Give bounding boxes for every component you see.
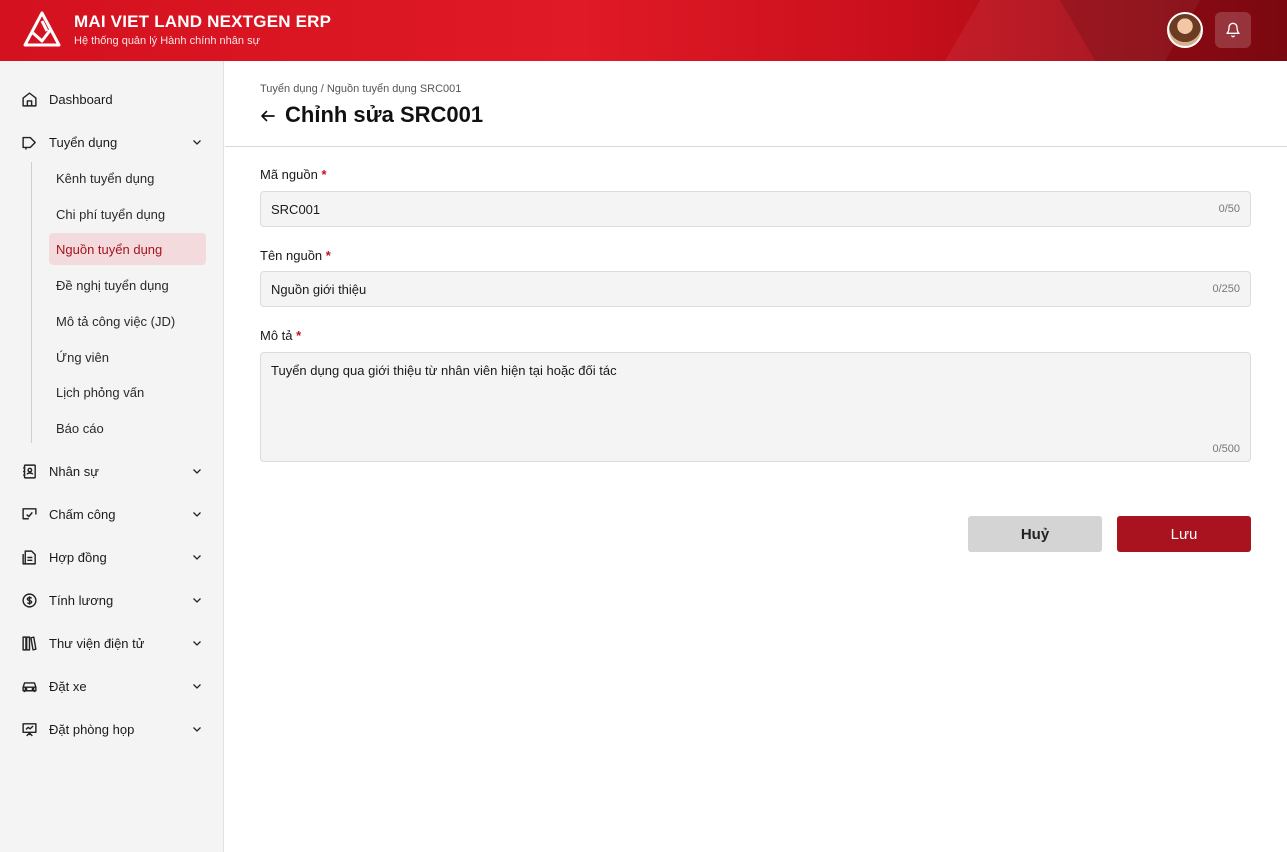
- home-icon: [20, 90, 38, 108]
- name-field-label: Tên nguồn *: [260, 248, 331, 263]
- megaphone-icon: [20, 133, 38, 151]
- header-divider: [225, 146, 1287, 147]
- contact-book-icon: [20, 462, 38, 480]
- sidebar-item-label: Nhân sự: [49, 463, 99, 479]
- description-field-label: Mô tả *: [260, 328, 301, 343]
- library-icon: [20, 634, 38, 652]
- chevron-down-icon: [190, 550, 204, 564]
- sidebar-item-label: Tính lương: [49, 592, 114, 608]
- sidebar-item-payroll[interactable]: Tính lương: [20, 585, 204, 615]
- app-header: MAI VIET LAND NEXTGEN ERP Hệ thống quản …: [0, 0, 1287, 61]
- required-mark: *: [321, 167, 327, 182]
- sidebar-item-attendance[interactable]: Chấm công: [20, 499, 204, 529]
- label-text: Mã nguồn: [260, 167, 318, 182]
- sidebar-item-label: Dashboard: [49, 91, 113, 107]
- brand-title: MAI VIET LAND NEXTGEN ERP: [74, 12, 332, 31]
- document-icon: [20, 548, 38, 566]
- clock-check-icon: [20, 505, 38, 523]
- chevron-down-icon: [190, 636, 204, 650]
- char-counter: 0/250: [1212, 283, 1240, 295]
- chevron-down-icon: [190, 679, 204, 693]
- dollar-circle-icon: [20, 591, 38, 609]
- sidebar-subitem-jd[interactable]: Mô tả công việc (JD): [49, 305, 206, 337]
- required-mark: *: [325, 248, 331, 263]
- code-input-value: SRC001: [271, 202, 321, 217]
- code-field-label: Mã nguồn *: [260, 167, 327, 182]
- chevron-down-icon: [190, 722, 204, 736]
- sidebar-item-recruitment[interactable]: Tuyển dụng: [20, 127, 204, 157]
- breadcrumb[interactable]: Tuyển dụng / Nguồn tuyển dụng SRC001: [260, 83, 461, 95]
- brand-subtitle: Hệ thống quản lý Hành chính nhân sự: [74, 35, 260, 47]
- arrow-left-icon[interactable]: [259, 107, 277, 125]
- submenu-guide-line: [31, 162, 32, 443]
- sidebar-subitem-candidates[interactable]: Ứng viên: [49, 341, 206, 373]
- user-avatar[interactable]: [1167, 12, 1203, 48]
- sidebar-item-library[interactable]: Thư viện điện tử: [20, 628, 204, 658]
- sidebar-item-label: Hợp đồng: [49, 549, 107, 565]
- presentation-icon: [20, 720, 38, 738]
- description-value: Tuyển dụng qua giới thiệu từ nhân viên h…: [271, 363, 617, 378]
- sidebar-subitem-channels[interactable]: Kênh tuyển dụng: [49, 162, 206, 194]
- sidebar-item-label: Đặt phòng họp: [49, 721, 135, 737]
- save-button[interactable]: Lưu: [1117, 516, 1251, 552]
- chevron-down-icon: [190, 507, 204, 521]
- sidebar-item-label: Thư viện điện tử: [49, 635, 145, 651]
- notification-button[interactable]: [1215, 12, 1251, 48]
- name-input[interactable]: Nguồn giới thiệu 0/250: [260, 271, 1251, 307]
- sidebar-item-label: Tuyển dụng: [49, 134, 118, 150]
- sidebar-item-car-booking[interactable]: Đặt xe: [20, 671, 204, 701]
- brand-logo-icon: [23, 11, 61, 47]
- name-input-value: Nguồn giới thiệu: [271, 282, 367, 297]
- char-counter: 0/500: [1212, 443, 1240, 455]
- sidebar-subitem-sources[interactable]: Nguồn tuyển dụng: [49, 233, 206, 265]
- required-mark: *: [296, 328, 302, 343]
- main-content: Tuyển dụng / Nguồn tuyển dụng SRC001 Chỉ…: [225, 61, 1287, 852]
- page-title: Chỉnh sửa SRC001: [285, 102, 484, 127]
- chevron-down-icon: [190, 135, 204, 149]
- sidebar-subitem-reports[interactable]: Báo cáo: [49, 412, 206, 444]
- chevron-down-icon: [190, 593, 204, 607]
- sidebar-item-hr[interactable]: Nhân sự: [20, 456, 204, 486]
- char-counter: 0/50: [1218, 203, 1240, 215]
- sidebar-item-dashboard[interactable]: Dashboard: [20, 84, 204, 114]
- sidebar-item-meeting-room[interactable]: Đặt phòng họp: [20, 714, 204, 744]
- car-icon: [20, 677, 38, 695]
- label-text: Tên nguồn: [260, 248, 323, 263]
- sidebar-item-label: Chấm công: [49, 506, 116, 522]
- chevron-down-icon: [190, 464, 204, 478]
- code-input[interactable]: SRC001 0/50: [260, 191, 1251, 227]
- sidebar-subitem-requests[interactable]: Đề nghị tuyển dụng: [49, 269, 206, 301]
- cancel-button[interactable]: Huỷ: [968, 516, 1102, 552]
- sidebar-subitem-costs[interactable]: Chi phí tuyển dụng: [49, 198, 206, 230]
- bell-icon: [1226, 22, 1240, 38]
- sidebar-item-contracts[interactable]: Hợp đồng: [20, 542, 204, 572]
- label-text: Mô tả: [260, 328, 293, 343]
- description-textarea[interactable]: Tuyển dụng qua giới thiệu từ nhân viên h…: [260, 352, 1251, 462]
- sidebar: Dashboard Tuyển dụng Kênh tuyển dụng Chi…: [0, 61, 224, 852]
- sidebar-subitem-interviews[interactable]: Lịch phỏng vấn: [49, 376, 206, 408]
- sidebar-item-label: Đặt xe: [49, 678, 87, 694]
